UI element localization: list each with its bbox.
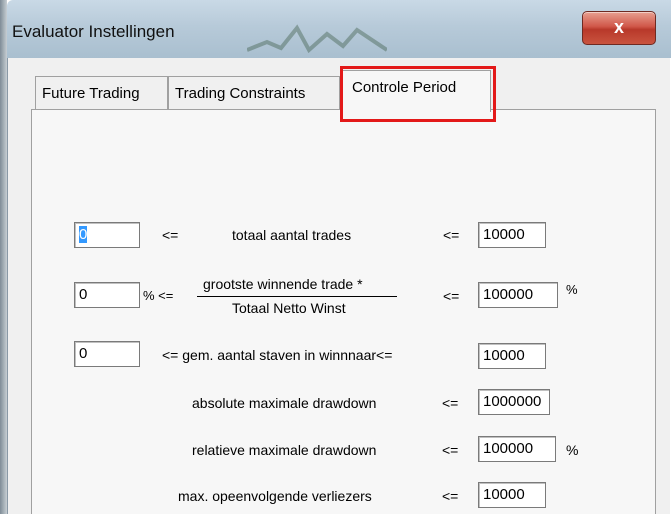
consec-losers-max-input[interactable]: 10000 <box>478 482 546 508</box>
trades-min-input[interactable]: 0 <box>74 222 140 248</box>
tab-controle-period[interactable]: Controle Period <box>341 70 491 112</box>
bars-winner-max-value: 10000 <box>483 347 525 364</box>
tab-panel-controle-period: 0 <= totaal aantal trades <= 10000 0 % <… <box>31 109 656 514</box>
close-button[interactable]: x <box>582 11 656 45</box>
trades-min-value: 0 <box>79 226 88 243</box>
bars-winner-max-input[interactable]: 10000 <box>478 343 546 369</box>
close-icon: x <box>613 17 624 37</box>
consec-losers-lte: <= <box>442 488 459 504</box>
rel-drawdown-pct: % <box>566 442 579 458</box>
abs-drawdown-max-input[interactable]: 1000000 <box>478 389 550 415</box>
trades-max-value: 10000 <box>483 226 525 243</box>
tab-future-trading[interactable]: Future Trading <box>35 76 168 110</box>
rel-drawdown-label: relatieve maximale drawdown <box>192 442 377 458</box>
winner-ratio-pct-left: % <= <box>143 288 174 303</box>
abs-drawdown-label: absolute maximale drawdown <box>192 395 377 411</box>
winner-ratio-pct-right: % <box>566 282 578 297</box>
winner-ratio-denominator: Totaal Netto Winst <box>232 300 346 316</box>
tab-label: Future Trading <box>42 85 140 102</box>
window-title: Evaluator Instellingen <box>12 22 175 41</box>
consec-losers-label: max. opeenvolgende verliezers <box>178 488 372 504</box>
trades-lte-right: <= <box>443 227 460 243</box>
trades-lte-left: <= <box>162 227 179 243</box>
consec-losers-max-value: 10000 <box>483 486 525 503</box>
winner-ratio-min-value: 0 <box>79 286 88 303</box>
desktop-background <box>0 0 7 514</box>
tab-label: Controle Period <box>352 79 457 96</box>
bars-winner-min-value: 0 <box>79 345 88 362</box>
winner-ratio-min-input[interactable]: 0 <box>74 282 140 308</box>
trades-max-input[interactable]: 10000 <box>478 222 546 248</box>
tab-label: Trading Constraints <box>175 85 306 102</box>
winner-ratio-numerator: grootste winnende trade * <box>203 276 363 292</box>
bars-winner-min-input[interactable]: 0 <box>74 341 140 367</box>
title-decoration <box>247 24 387 54</box>
dialog-body: Future Trading Trading Constraints Contr… <box>7 58 670 514</box>
rel-drawdown-lte: <= <box>442 442 459 458</box>
trades-label: totaal aantal trades <box>232 227 352 243</box>
abs-drawdown-max-value: 1000000 <box>483 393 542 410</box>
tab-trading-constraints[interactable]: Trading Constraints <box>168 76 340 110</box>
abs-drawdown-lte: <= <box>442 395 459 411</box>
winner-ratio-max-value: 100000 <box>483 286 534 303</box>
bars-winner-label: <= gem. aantal staven in winnnaar<= <box>162 347 393 363</box>
winner-ratio-lte-right: <= <box>443 288 460 304</box>
fraction-line <box>197 296 397 297</box>
winner-ratio-max-input[interactable]: 100000 <box>478 282 558 308</box>
dialog-window: Evaluator Instellingen x Future Trading … <box>7 0 671 514</box>
rel-drawdown-max-value: 100000 <box>483 440 534 457</box>
title-bar[interactable]: Evaluator Instellingen x <box>7 0 671 58</box>
rel-drawdown-max-input[interactable]: 100000 <box>478 436 556 462</box>
